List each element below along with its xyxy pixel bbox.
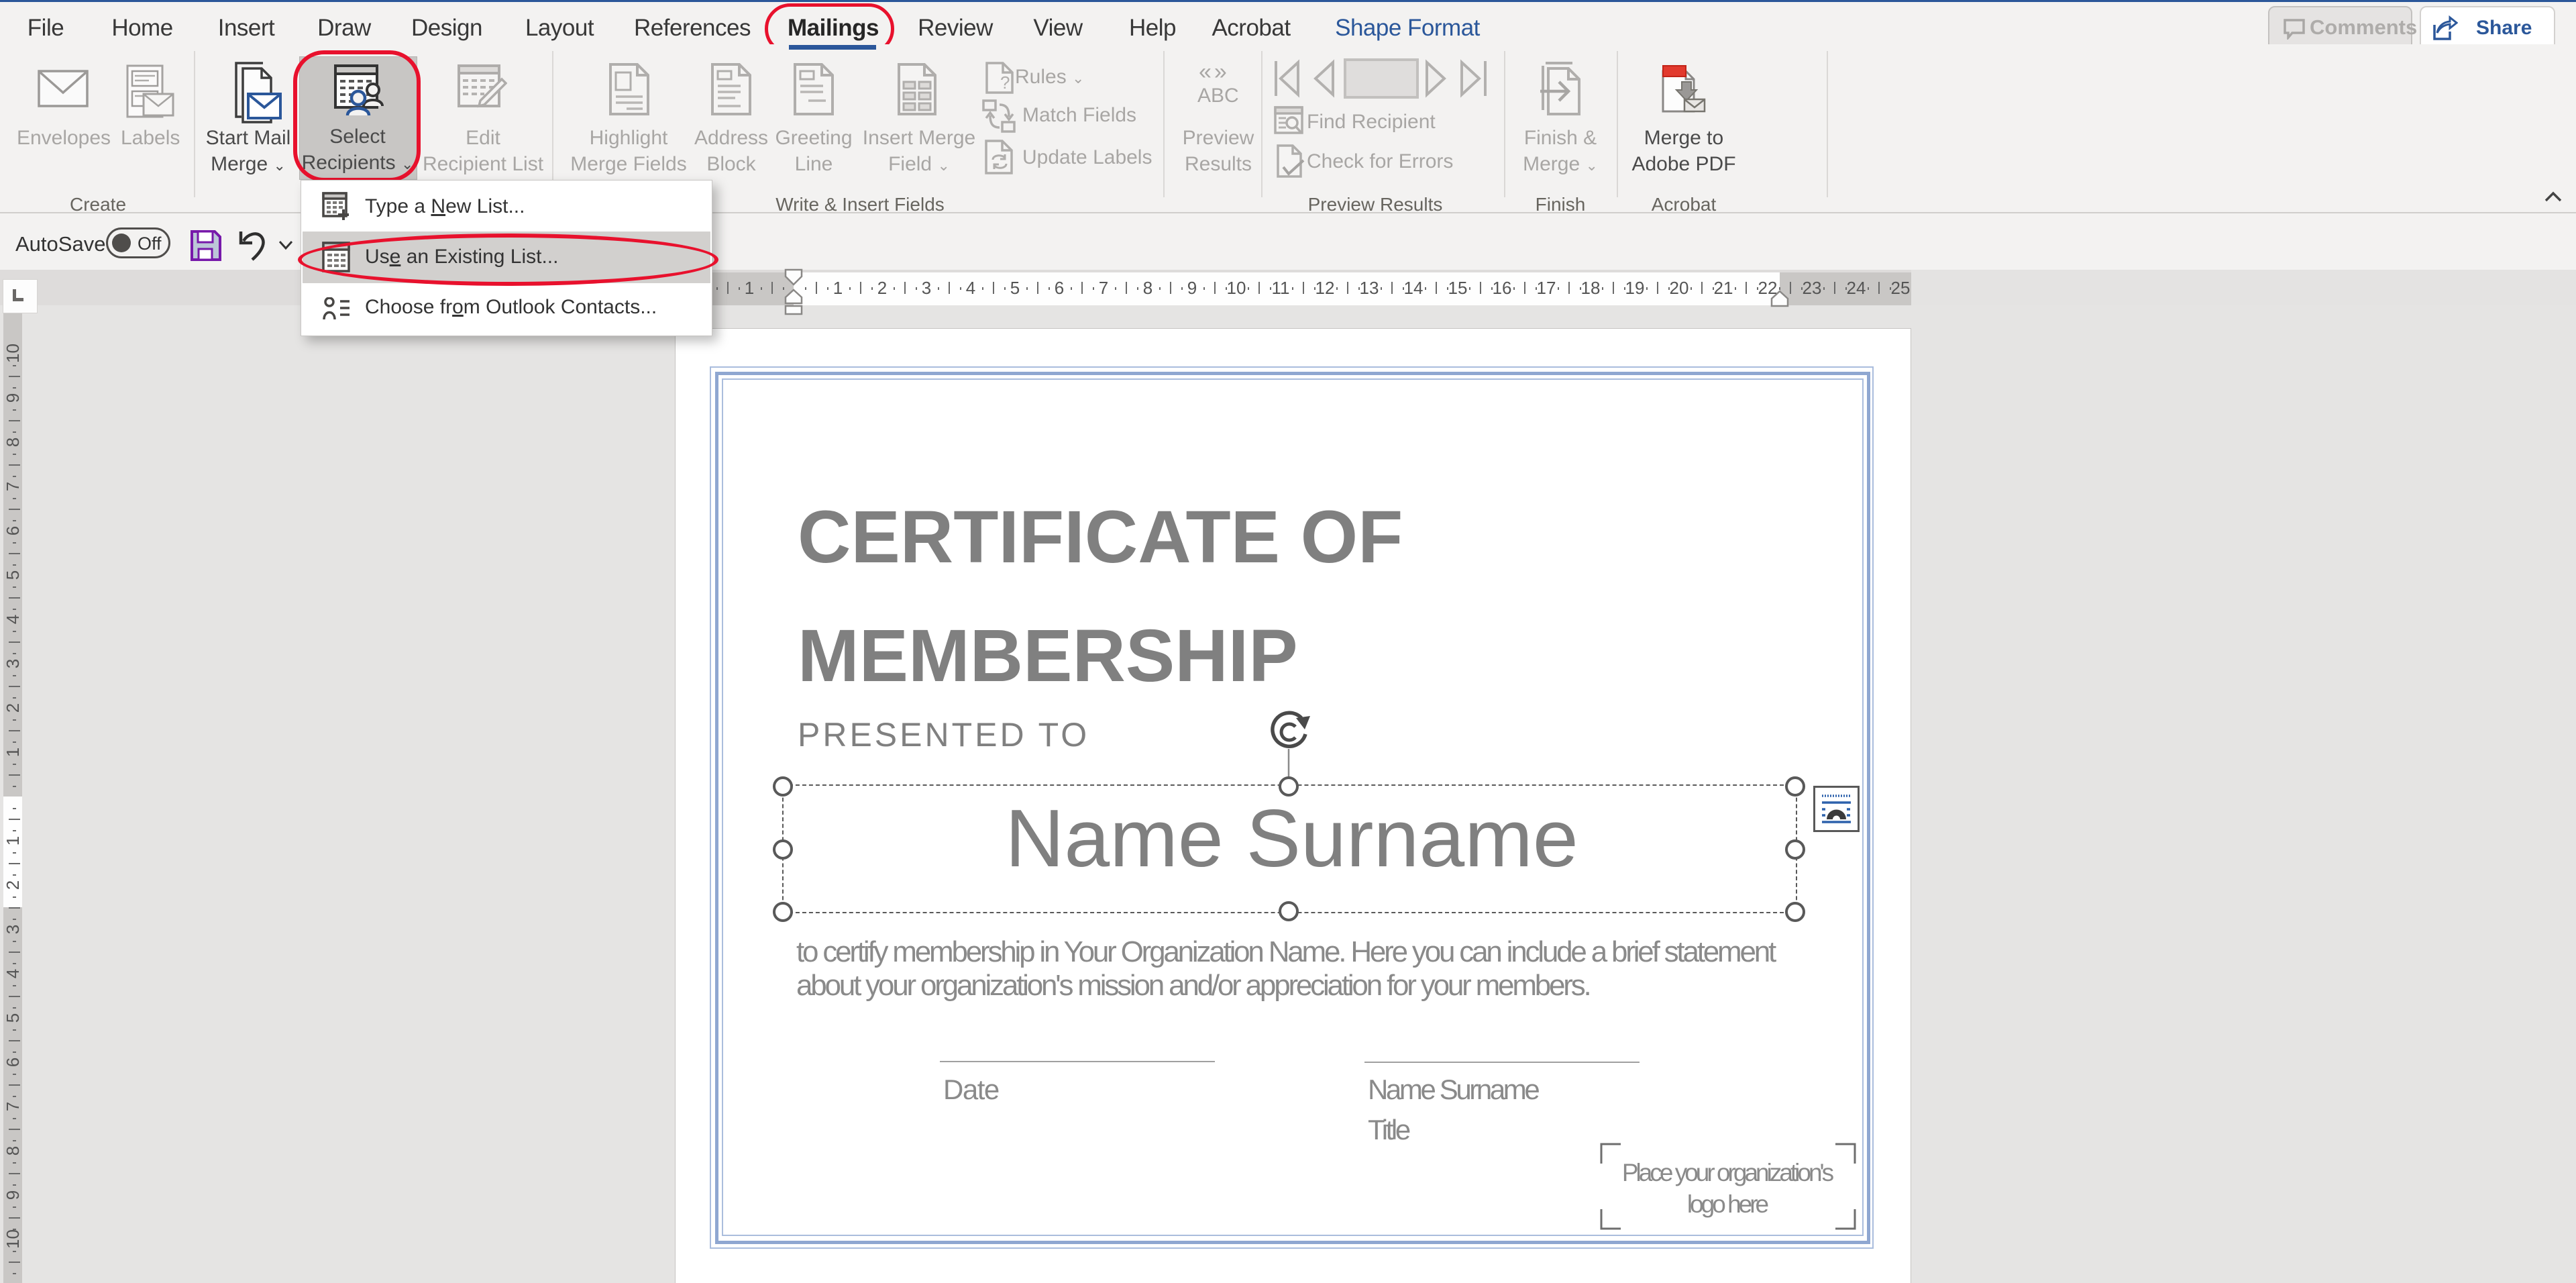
svg-text:?: ?	[1000, 72, 1010, 93]
